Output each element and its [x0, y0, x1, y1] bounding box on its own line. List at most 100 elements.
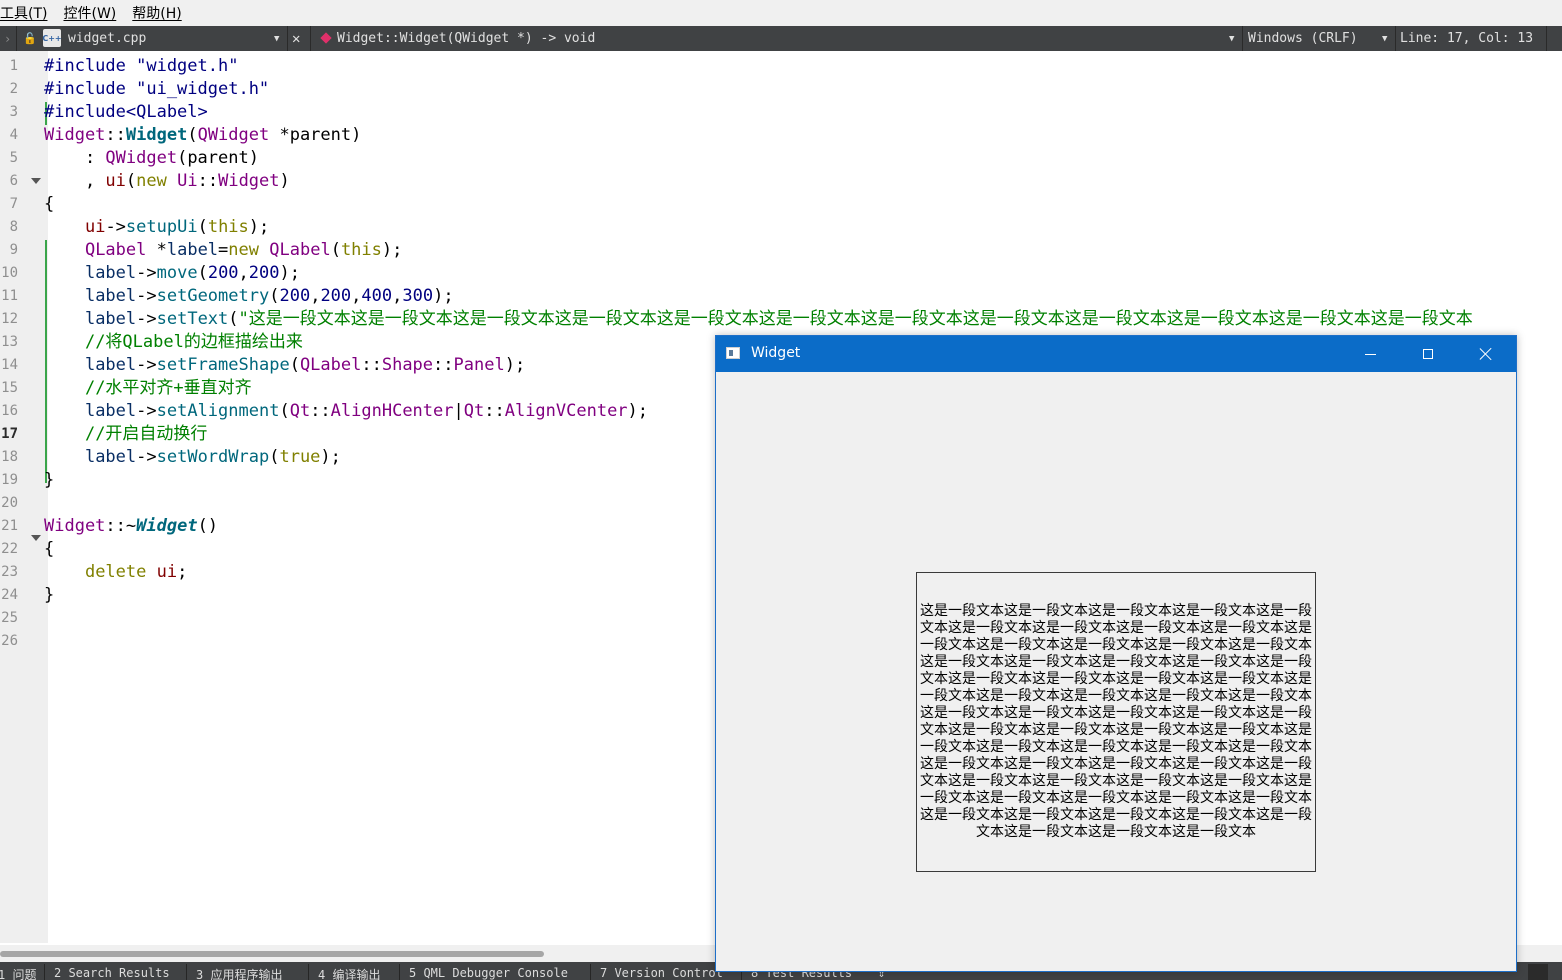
- line-number: 5: [9, 150, 18, 166]
- code-token: "这是一段文本这是一段文本这是一段文本这是一段文本这是一段文本这是一段文本这是一…: [238, 309, 1473, 329]
- code-token: ::: [361, 355, 382, 375]
- maximize-icon: [1423, 349, 1433, 359]
- line-number: 19: [1, 472, 18, 488]
- code-token: Widget: [218, 171, 280, 191]
- code-line[interactable]: , ui(new Ui::Widget): [44, 170, 290, 193]
- maximize-button[interactable]: [1399, 336, 1457, 372]
- lock-icon[interactable]: 🔓: [23, 26, 37, 51]
- code-token: );: [279, 263, 300, 283]
- code-token: (: [228, 309, 239, 329]
- output-tab-application-output[interactable]: 3 应用程序输出: [196, 966, 282, 980]
- scrollbar-thumb[interactable]: [0, 951, 544, 957]
- code-token: setAlignment: [156, 401, 280, 421]
- line-number-gutter[interactable]: 1 2 3 4 5 6 7 8 9 10 11 12 13 14 15 16 17 18 19 20 21 22 23 24 2…: [0, 51, 48, 943]
- code-token: #include<QLabel>: [44, 102, 208, 122]
- output-tab-divider: [590, 964, 591, 980]
- code-line[interactable]: label->setFrameShape(QLabel::Shape::Pane…: [44, 354, 525, 377]
- line-ending-selector[interactable]: Windows (CRLF): [1248, 26, 1358, 51]
- code-token: :: [44, 148, 106, 168]
- code-token: setWordWrap: [156, 447, 270, 467]
- code-line[interactable]: QLabel *label=new QLabel(this);: [44, 239, 402, 262]
- dropdown-arrow-icon[interactable]: ▼: [1229, 26, 1234, 51]
- code-line[interactable]: label->move(200,200);: [44, 262, 300, 285]
- code-line[interactable]: ui->setupUi(this);: [44, 216, 269, 239]
- line-number: 25: [1, 610, 18, 626]
- code-line[interactable]: }: [44, 584, 54, 607]
- code-line[interactable]: //开启自动换行: [44, 423, 207, 446]
- code-token: ,: [238, 263, 249, 283]
- output-pane-control[interactable]: [1528, 964, 1548, 980]
- code-line[interactable]: label->setAlignment(Qt::AlignHCenter|Qt:…: [44, 400, 648, 423]
- code-line[interactable]: label->setText("这是一段文本这是一段文本这是一段文本这是一段文本…: [44, 308, 1473, 331]
- code-line[interactable]: {: [44, 193, 54, 216]
- line-number: 23: [1, 564, 18, 580]
- code-line[interactable]: //水平对齐+垂直对齐: [44, 377, 252, 400]
- code-token: delete: [84, 562, 147, 582]
- window-app-icon: [726, 347, 740, 359]
- code-token: 200: [320, 286, 352, 306]
- function-selector[interactable]: Widget::Widget(QWidget *) -> void: [337, 26, 595, 51]
- dropdown-arrow-icon[interactable]: ▼: [1382, 26, 1387, 51]
- code-line[interactable]: : QWidget(parent): [44, 147, 259, 170]
- code-line[interactable]: #include "ui_widget.h": [44, 78, 269, 101]
- code-token: ::: [197, 171, 219, 191]
- code-token: ui: [156, 562, 178, 582]
- menu-controls[interactable]: 控件(W): [63, 3, 124, 23]
- code-token: this: [207, 217, 249, 237]
- output-tab-compile-output[interactable]: 4 编译输出: [318, 966, 380, 980]
- code-token: label: [84, 355, 137, 375]
- code-line[interactable]: Widget::Widget(QWidget *parent): [44, 124, 361, 147]
- code-token: #include "ui_widget.h": [44, 79, 270, 99]
- dropdown-arrow-icon[interactable]: ▼: [274, 26, 279, 51]
- code-line[interactable]: {: [44, 538, 54, 561]
- output-tab-issues[interactable]: 1 问题: [0, 966, 36, 980]
- close-file-button[interactable]: ✕: [292, 26, 300, 51]
- code-line[interactable]: label->setWordWrap(true);: [44, 446, 341, 469]
- code-token: Qt: [289, 401, 311, 421]
- code-token: setupUi: [125, 217, 198, 237]
- output-tab-qml-debugger-console[interactable]: 5 QML Debugger Console: [409, 966, 568, 980]
- output-tab-search-results[interactable]: 2 Search Results: [54, 966, 170, 980]
- code-line[interactable]: #include "widget.h": [44, 55, 238, 78]
- file-name-selector[interactable]: widget.cpp: [68, 26, 146, 51]
- code-token: }: [44, 470, 55, 490]
- code-line[interactable]: //将QLabel的边框描绘出来: [44, 331, 303, 354]
- code-line[interactable]: #include<QLabel>: [44, 101, 208, 124]
- output-tab-divider: [308, 964, 309, 980]
- line-number: 14: [1, 357, 18, 373]
- line-number: 15: [1, 380, 18, 396]
- code-token: *parent): [269, 125, 362, 145]
- code-token: label: [84, 447, 137, 467]
- code-token: Panel: [453, 355, 505, 375]
- minimize-button[interactable]: [1341, 336, 1399, 372]
- output-tab-version-control[interactable]: 7 Version Control: [600, 966, 723, 980]
- code-token: QLabel: [269, 240, 331, 260]
- chevron-right-icon[interactable]: ›: [4, 26, 11, 51]
- code-line[interactable]: Widget::~Widget(): [44, 515, 218, 538]
- fold-arrow-icon[interactable]: [31, 178, 41, 184]
- code-token: ::: [433, 355, 454, 375]
- code-token: setFrameShape: [156, 355, 290, 375]
- code-line[interactable]: }: [44, 469, 54, 492]
- menu-tools[interactable]: 工具(T): [0, 3, 55, 23]
- code-line[interactable]: delete ui;: [44, 561, 187, 584]
- code-token: (parent): [177, 148, 259, 168]
- cursor-position[interactable]: Line: 17, Col: 13: [1400, 26, 1533, 51]
- code-token: Qt: [463, 401, 485, 421]
- code-line[interactable]: label->setGeometry(200,200,400,300);: [44, 285, 454, 308]
- toolbar-divider: [310, 26, 311, 51]
- code-token: =: [218, 240, 229, 260]
- window-title-bar[interactable]: Widget: [716, 336, 1516, 372]
- line-number: 20: [1, 495, 18, 511]
- close-window-button[interactable]: [1457, 336, 1515, 372]
- menu-help[interactable]: 帮助(H): [132, 3, 189, 23]
- code-token: ::: [310, 401, 331, 421]
- code-token: *: [146, 240, 167, 260]
- code-token: label: [166, 240, 219, 260]
- fold-arrow-icon[interactable]: [31, 535, 41, 541]
